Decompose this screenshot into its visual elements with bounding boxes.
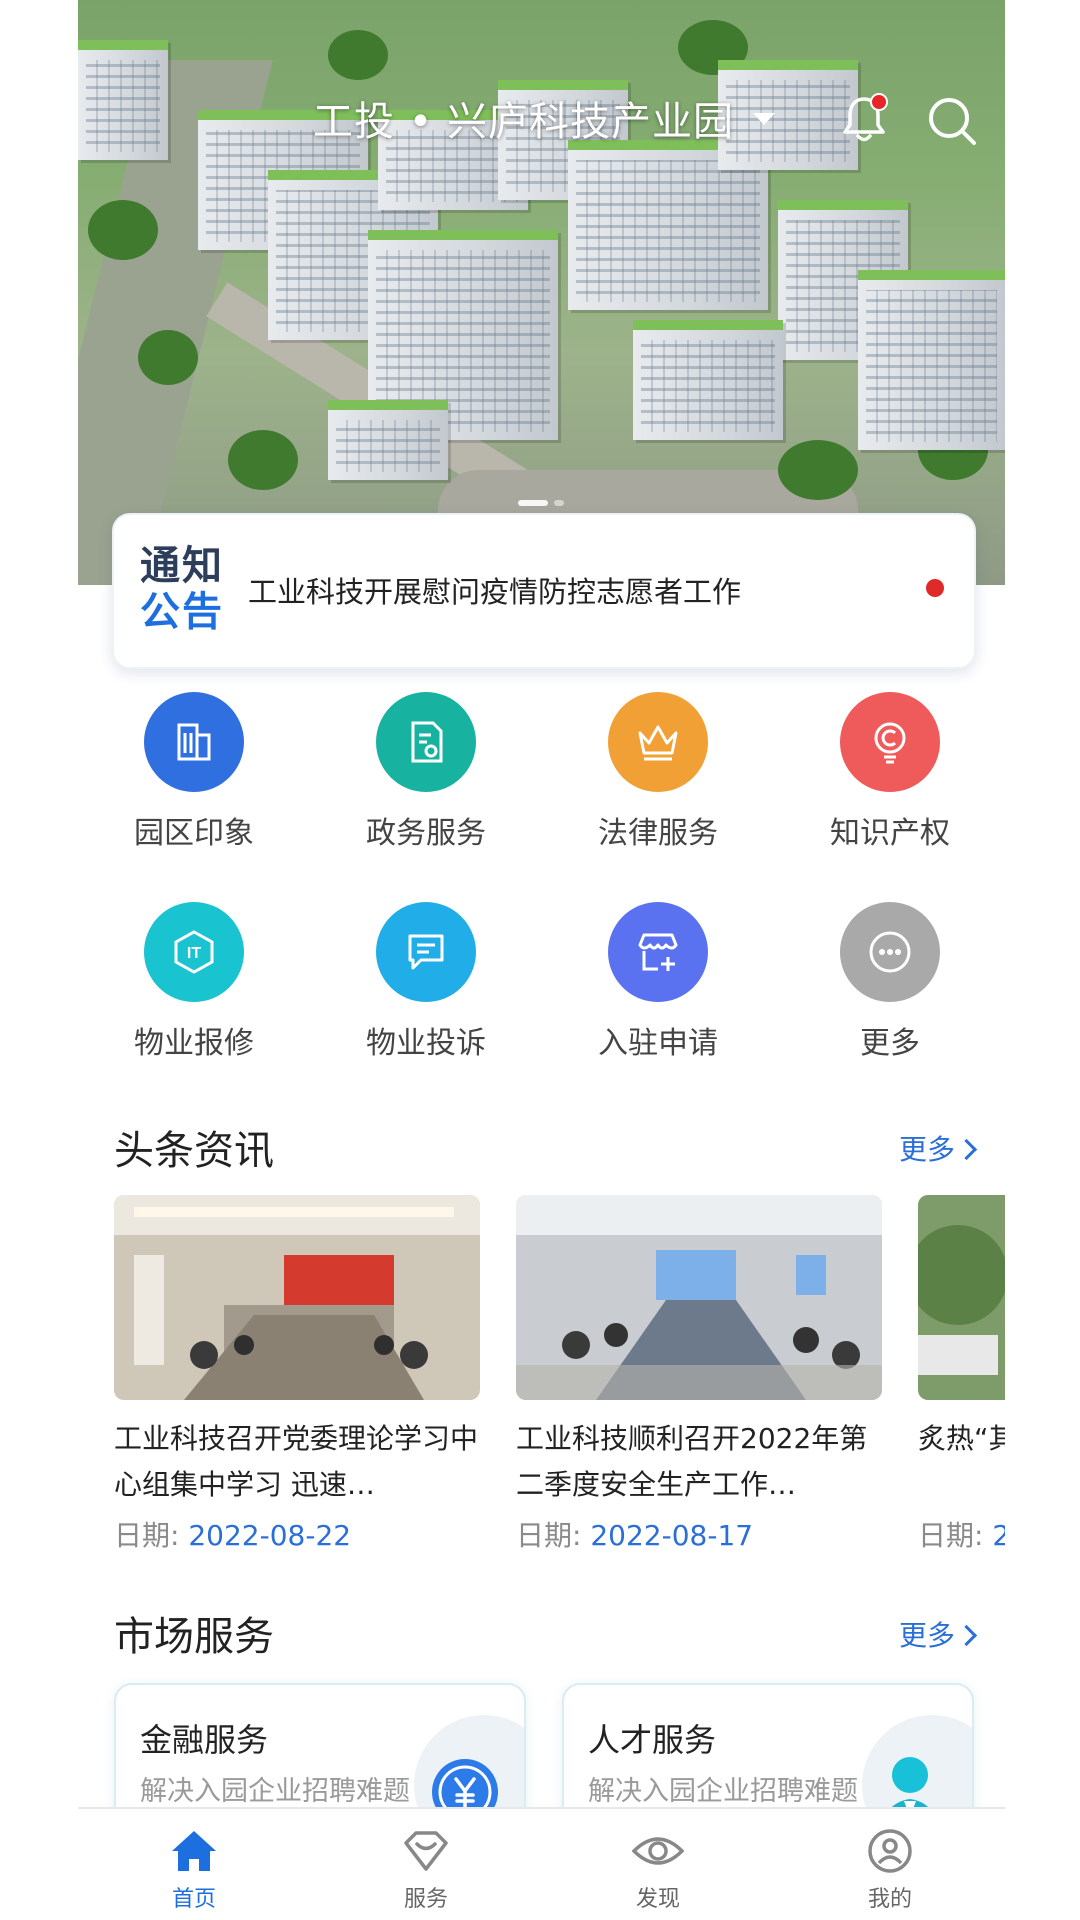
service-label: 政务服务 bbox=[366, 816, 486, 851]
tab-label: 发现 bbox=[635, 1887, 680, 1912]
tab-discover[interactable]: 发现 bbox=[542, 1809, 774, 1920]
buildings-icon bbox=[144, 692, 244, 792]
copyright-bulb-icon bbox=[840, 692, 940, 792]
unread-dot bbox=[926, 579, 944, 597]
news-date-label: 日期: bbox=[918, 1519, 993, 1552]
carousel-indicator-active bbox=[518, 500, 548, 506]
notice-badge-line1: 通知 bbox=[140, 543, 224, 589]
park-selector[interactable]: 工投 • 兴庐科技产业园 bbox=[313, 89, 734, 147]
news-image bbox=[516, 1195, 882, 1400]
news-date-value: 2022-08-17 bbox=[590, 1519, 754, 1552]
news-more-link[interactable]: 更多 bbox=[898, 1128, 978, 1168]
section-title: 市场服务 bbox=[114, 1614, 274, 1660]
svg-text:IT: IT bbox=[187, 945, 201, 962]
chevron-right-icon bbox=[955, 1138, 978, 1161]
service-label: 法律服务 bbox=[598, 816, 718, 851]
it-hexagon-icon: IT bbox=[144, 902, 244, 1002]
market-section-header: 市场服务 更多 bbox=[114, 1604, 978, 1664]
notification-dot bbox=[870, 93, 888, 111]
card-title: 人才服务 bbox=[588, 1721, 717, 1759]
news-date-value: 2022-08-22 bbox=[188, 1519, 352, 1552]
tab-label: 首页 bbox=[171, 1887, 216, 1912]
service-park-impression[interactable]: 园区印象 bbox=[94, 690, 294, 870]
service-label: 入驻申请 bbox=[598, 1026, 718, 1061]
service-label: 物业投诉 bbox=[366, 1026, 486, 1061]
card-title: 金融服务 bbox=[140, 1721, 269, 1759]
banner-carousel[interactable]: 工投 • 兴庐科技产业园 bbox=[78, 0, 1005, 585]
news-title: 炙热“其谁— bbox=[918, 1422, 1005, 1455]
service-repair[interactable]: IT 物业报修 bbox=[94, 900, 294, 1080]
news-date: 日期: 2022-08-17 bbox=[516, 1514, 882, 1554]
carousel-indicator bbox=[554, 500, 564, 506]
tab-label: 服务 bbox=[403, 1887, 448, 1912]
store-add-icon bbox=[608, 902, 708, 1002]
tab-service[interactable]: 服务 bbox=[310, 1809, 542, 1920]
service-label: 知识产权 bbox=[830, 816, 950, 851]
bell-icon[interactable] bbox=[838, 93, 890, 145]
news-card[interactable]: 工业科技顺利召开2022年第二季度安全生产工作… 日期: 2022-08-17 bbox=[516, 1195, 882, 1554]
more-label: 更多 bbox=[898, 1133, 955, 1166]
notice-bar[interactable]: 通知 公告 工业科技开展慰问疫情防控志愿者工作 bbox=[112, 513, 976, 669]
news-section-header: 头条资讯 更多 bbox=[114, 1118, 978, 1178]
bottom-tab-bar: 首页 服务 发现 我的 bbox=[78, 1807, 1005, 1920]
banner-header: 工投 • 兴庐科技产业园 bbox=[78, 85, 1005, 155]
service-diamond-icon bbox=[404, 1831, 448, 1871]
news-date-label: 日期: bbox=[516, 1519, 591, 1552]
service-label: 更多 bbox=[860, 1026, 920, 1061]
tab-profile[interactable]: 我的 bbox=[774, 1809, 1005, 1920]
news-title: 工业科技召开党委理论学习中心组集中学习 迅速… bbox=[114, 1422, 479, 1501]
chevron-down-icon[interactable] bbox=[753, 113, 775, 125]
news-date: 日期: 2022-08-22 bbox=[114, 1514, 480, 1554]
profile-icon bbox=[868, 1829, 912, 1873]
home-icon bbox=[172, 1831, 216, 1871]
app-screen: 工投 • 兴庐科技产业园 通知 公告 工业科技开展慰问疫情防控志愿者工作 园区印… bbox=[78, 0, 1005, 1920]
news-date-label: 日期: bbox=[114, 1519, 189, 1552]
news-card[interactable]: 工业科技召开党委理论学习中心组集中学习 迅速… 日期: 2022-08-22 bbox=[114, 1195, 480, 1554]
service-complaint[interactable]: 物业投诉 bbox=[326, 900, 526, 1080]
card-subtitle: 解决入园企业招聘难题 bbox=[140, 1776, 410, 1807]
news-date: 日期: 2 bbox=[918, 1514, 1005, 1554]
market-more-link[interactable]: 更多 bbox=[898, 1614, 978, 1654]
news-card[interactable]: 炙热“其谁— 日期: 2 bbox=[918, 1195, 1005, 1554]
service-label: 物业报修 bbox=[134, 1026, 254, 1061]
service-government[interactable]: 政务服务 bbox=[326, 690, 526, 870]
news-title: 工业科技顺利召开2022年第二季度安全生产工作… bbox=[516, 1422, 868, 1501]
crown-icon bbox=[608, 692, 708, 792]
news-date-value: 2 bbox=[992, 1519, 1005, 1552]
service-ip[interactable]: 知识产权 bbox=[790, 690, 990, 870]
news-carousel[interactable]: 工业科技召开党委理论学习中心组集中学习 迅速… 日期: 2022-08-22 工… bbox=[114, 1195, 1005, 1565]
more-icon bbox=[840, 902, 940, 1002]
tab-label: 我的 bbox=[867, 1887, 912, 1912]
service-legal[interactable]: 法律服务 bbox=[558, 690, 758, 870]
service-apply[interactable]: 入驻申请 bbox=[558, 900, 758, 1080]
service-more[interactable]: 更多 bbox=[790, 900, 990, 1080]
search-icon[interactable] bbox=[924, 93, 980, 149]
section-title: 头条资讯 bbox=[114, 1128, 274, 1174]
message-icon bbox=[376, 902, 476, 1002]
notice-text[interactable]: 工业科技开展慰问疫情防控志愿者工作 bbox=[248, 569, 741, 611]
card-subtitle: 解决入园企业招聘难题 bbox=[588, 1776, 858, 1807]
more-label: 更多 bbox=[898, 1619, 955, 1652]
certificate-icon bbox=[376, 692, 476, 792]
tab-home[interactable]: 首页 bbox=[78, 1809, 310, 1920]
notice-badge-line2: 公告 bbox=[140, 589, 224, 635]
service-label: 园区印象 bbox=[134, 816, 254, 851]
notice-badge: 通知 公告 bbox=[140, 543, 232, 639]
news-image bbox=[918, 1195, 1005, 1400]
chevron-right-icon bbox=[955, 1624, 978, 1647]
news-image bbox=[114, 1195, 480, 1400]
eye-icon bbox=[632, 1837, 684, 1865]
